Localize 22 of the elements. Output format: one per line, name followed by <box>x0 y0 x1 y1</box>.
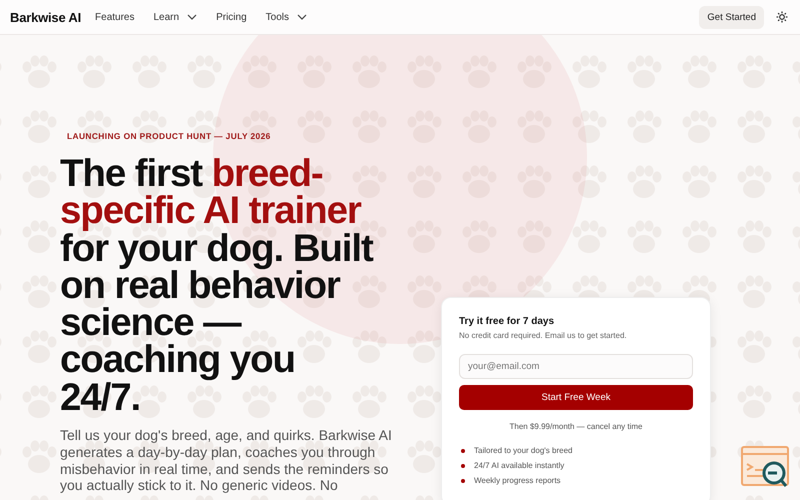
browser-search-icon[interactable] <box>741 446 791 490</box>
nav-link[interactable]: Learn <box>154 12 198 22</box>
feature-text: Weekly progress reports <box>474 476 561 485</box>
pricing-note: Then $9.99/month — cancel any time <box>508 422 644 431</box>
nav-link[interactable]: Features <box>95 12 134 22</box>
bullet-icon <box>461 448 465 452</box>
start-free-week-button[interactable]: Start Free Week <box>459 385 693 410</box>
nav-link[interactable]: Tools <box>266 12 308 22</box>
launch-label: LAUNCHING ON PRODUCT HUNT — JULY 2026 <box>67 131 271 141</box>
sun-icon[interactable] <box>776 11 788 23</box>
get-started-button[interactable]: Get Started <box>699 6 764 28</box>
nav-link[interactable]: Pricing <box>216 12 247 22</box>
hero-description: Tell us your dog's breed, age, and quirks. Barkwise AI generates a day-by-day plan, coaches you through misbehavior in real time, and sends the reminders so you actually stick to it. No generic videos. No <box>60 427 393 494</box>
hero-headline: The first breed-specific AI trainer for your dog. Built on real behavior science — coaching you 24/7. <box>60 155 374 416</box>
bullet-icon <box>461 464 465 468</box>
feature-text: Tailored to your dog's breed <box>474 446 572 455</box>
feature-text: 24/7 AI available instantly <box>474 461 564 470</box>
card-title: Try it free for 7 days <box>459 316 556 327</box>
card-subtitle: No credit card required. Email us to get started. <box>459 331 628 340</box>
bullet-icon <box>461 478 465 482</box>
brand-name: Barkwise AI <box>10 10 82 24</box>
email-field[interactable]: your@email.com <box>459 354 693 379</box>
